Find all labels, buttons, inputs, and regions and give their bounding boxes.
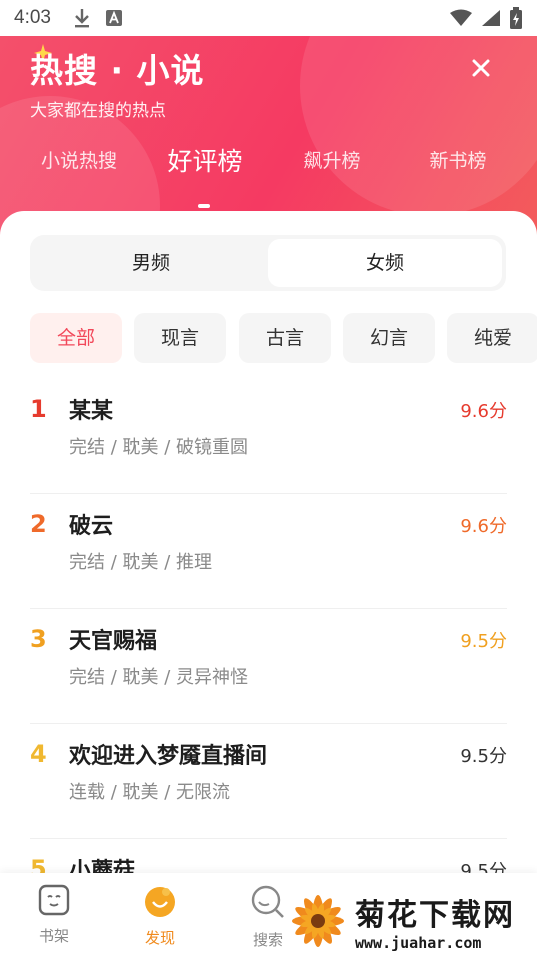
tab-rising[interactable]: 飙升榜 (300, 146, 364, 173)
watermark-url: www.juahar.com (355, 934, 482, 952)
header-banner: 热搜 · 小说 大家都在搜的热点 小说热搜 好评榜 飙升榜 新书榜 (0, 36, 537, 236)
category-filters: 全部 现言 古言 幻言 纯爱 (30, 313, 537, 363)
active-tab-indicator (198, 204, 210, 208)
ranking-tabs: 小说热搜 好评榜 飙升榜 新书榜 (0, 146, 537, 216)
book-title: 天官赐福 (69, 629, 158, 654)
wifi-icon (450, 9, 472, 26)
female-tab[interactable]: 女频 (268, 239, 502, 287)
tab-top-rated[interactable]: 好评榜 (160, 142, 250, 178)
book-tags: 完结 / 耽美 / 破镜重圆 (69, 437, 249, 458)
nav-label: 书架 (38, 927, 69, 945)
nav-bookshelf[interactable]: 书架 (14, 883, 94, 946)
ranking-card: 男频 女频 全部 现言 古言 幻言 纯爱 1 某某 完结 / 耽美 / 破镜重圆… (0, 211, 537, 911)
tab-new-books[interactable]: 新书榜 (426, 146, 490, 173)
list-item[interactable]: 2 破云 完结 / 耽美 / 推理 9.6分 (0, 494, 537, 609)
discover-icon (145, 887, 175, 917)
filter-pure-love[interactable]: 纯爱 (447, 313, 537, 363)
filter-ancient-romance[interactable]: 古言 (239, 313, 331, 363)
page-subtitle: 大家都在搜的热点 (30, 101, 166, 121)
signal-icon (482, 10, 500, 26)
watermark: 菊花下载网 www.juahar.com (287, 886, 537, 956)
list-item[interactable]: 1 某某 完结 / 耽美 / 破镜重圆 9.6分 (0, 379, 537, 494)
status-time: 4:03 (14, 7, 51, 28)
book-title: 破云 (69, 514, 114, 539)
filter-all[interactable]: 全部 (30, 313, 122, 363)
rank-number: 4 (30, 740, 47, 768)
book-score: 9.6分 (460, 401, 507, 422)
book-title: 欢迎进入梦魇直播间 (69, 744, 268, 769)
book-title: 某某 (69, 399, 114, 424)
bookshelf-icon (38, 884, 70, 916)
book-tags: 完结 / 耽美 / 灵异神怪 (69, 667, 249, 688)
app-root: 4:03 热搜 · 小说 大家都在搜的热点 小说热搜 好评榜 飙升榜 新书榜 男… (0, 0, 537, 956)
close-icon[interactable] (467, 54, 495, 82)
filter-fantasy-romance[interactable]: 幻言 (343, 313, 435, 363)
rank-number: 2 (30, 510, 47, 538)
book-score: 9.5分 (460, 631, 507, 652)
font-icon (105, 10, 122, 26)
book-tags: 连载 / 耽美 / 无限流 (69, 782, 231, 803)
page-title: 热搜 · 小说 (30, 51, 205, 90)
download-icon (74, 9, 89, 28)
male-tab[interactable]: 男频 (34, 239, 268, 287)
rank-number: 1 (30, 395, 47, 423)
battery-icon (510, 7, 522, 29)
nav-discover[interactable]: 发现 (120, 883, 200, 948)
status-bar: 4:03 (0, 0, 537, 36)
filter-modern-romance[interactable]: 现言 (134, 313, 226, 363)
search-icon (251, 885, 284, 918)
book-score: 9.6分 (460, 516, 507, 537)
tab-hot-search[interactable]: 小说热搜 (38, 146, 120, 173)
list-item[interactable]: 4 欢迎进入梦魇直播间 连载 / 耽美 / 无限流 9.5分 (0, 724, 537, 839)
chrysanthemum-logo-icon (292, 895, 344, 947)
rank-number: 3 (30, 625, 47, 653)
book-score: 9.5分 (460, 746, 507, 767)
list-item[interactable]: 3 天官赐福 完结 / 耽美 / 灵异神怪 9.5分 (0, 609, 537, 724)
gender-toggle: 男频 女频 (30, 235, 506, 291)
nav-label: 发现 (144, 929, 175, 947)
book-tags: 完结 / 耽美 / 推理 (69, 552, 213, 573)
watermark-title: 菊花下载网 (355, 898, 515, 933)
